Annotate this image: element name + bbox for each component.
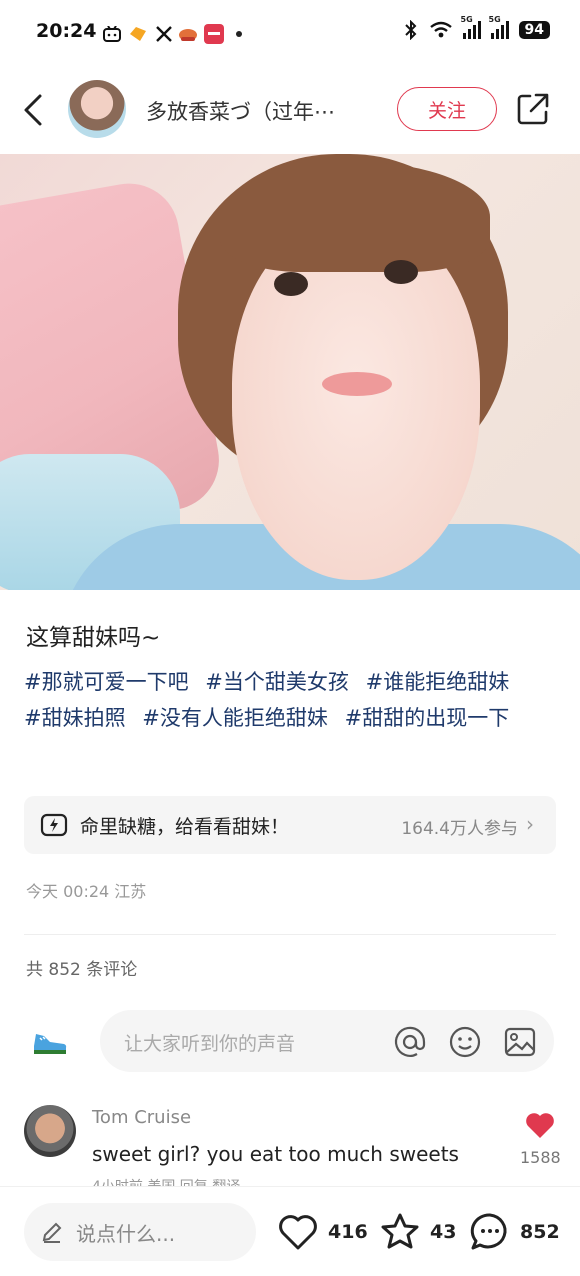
wifi-icon [429, 21, 452, 38]
app-icon-bilibili [102, 24, 122, 44]
tag-link[interactable]: #那就可爱一下吧 [24, 670, 189, 694]
heart-outline-icon [279, 1215, 317, 1250]
back-icon[interactable] [20, 92, 48, 128]
comment-text: sweet girl? you eat too much sweets [92, 1142, 459, 1166]
collect-count: 43 [430, 1221, 457, 1243]
status-right: 5G 5G 94 [403, 15, 550, 40]
topic-label: 命里缺糖，给看看甜妹！ [80, 816, 290, 838]
topic-participants: 164.4万人参与 [401, 819, 518, 839]
tag-link[interactable]: #当个甜美女孩 [205, 670, 349, 694]
status-time: 20:24 [36, 20, 97, 42]
author-avatar[interactable] [68, 80, 126, 138]
image-eye-right [384, 260, 418, 284]
topic-card[interactable]: 命里缺糖，给看看甜妹！ 164.4万人参与 › [24, 796, 556, 854]
app-icon-xiaohongshu [204, 24, 224, 44]
comment-bubble-icon [470, 1213, 507, 1250]
emoji-icon[interactable] [448, 1025, 482, 1059]
image-eye-left [274, 272, 308, 296]
status-bar: 20:24 5G 5G 94 [0, 0, 580, 70]
collect-button[interactable]: 43 [378, 1209, 456, 1255]
signal-icon-1: 5G [461, 15, 481, 39]
app-icon-food [178, 24, 198, 44]
post-title: 这算甜妹吗~ [26, 625, 161, 651]
star-icon [381, 1213, 419, 1249]
battery-indicator: 94 [518, 21, 550, 39]
post-header: 多放香菜づ（过年⋯ 关注 [0, 70, 580, 154]
comment-avatar[interactable] [24, 1105, 76, 1157]
bluetooth-icon [404, 20, 416, 40]
post-tags: #那就可爱一下吧 #当个甜美女孩 #谁能拒绝甜妹 #甜妹拍照 #没有人能拒绝甜妹… [24, 664, 560, 736]
comment-input-placeholder: 让大家听到你的声音 [124, 1033, 296, 1055]
comment-button[interactable]: 852 [468, 1209, 560, 1255]
app-icon-x [154, 24, 174, 44]
tag-link[interactable]: #甜妹拍照 [24, 706, 126, 730]
image-mouth [322, 372, 392, 396]
divider [24, 934, 556, 935]
comment-author[interactable]: Tom Cruise [92, 1107, 191, 1128]
image-icon[interactable] [503, 1025, 537, 1059]
app-icon-taobao [128, 24, 148, 44]
mention-icon[interactable] [393, 1025, 427, 1059]
say-input[interactable]: 说点什么... [24, 1203, 256, 1261]
comment-total: 852 [520, 1221, 560, 1243]
say-placeholder: 说点什么... [76, 1222, 176, 1246]
post-image[interactable] [0, 154, 580, 590]
image-bangs [220, 162, 490, 272]
bottom-bar: 说点什么... 416 43 852 [0, 1186, 580, 1276]
tag-link[interactable]: #甜甜的出现一下 [345, 706, 510, 730]
pencil-icon [42, 1222, 62, 1243]
comment-count: 共 852 条评论 [26, 960, 138, 980]
comment-input[interactable]: 让大家听到你的声音 [100, 1010, 554, 1072]
share-icon[interactable] [516, 92, 550, 126]
lightning-icon [40, 813, 68, 837]
heart-icon[interactable] [524, 1110, 556, 1140]
follow-button[interactable]: 关注 [397, 87, 497, 131]
author-name[interactable]: 多放香菜づ（过年⋯ [146, 96, 378, 126]
signal-icon-2: 5G [489, 15, 509, 39]
comment-likes: 1588 [520, 1148, 561, 1167]
tag-link[interactable]: #谁能拒绝甜妹 [366, 670, 510, 694]
tag-link[interactable]: #没有人能拒绝甜妹 [142, 706, 328, 730]
chevron-right-icon: › [526, 812, 534, 836]
notification-dot [236, 31, 242, 37]
like-count: 416 [328, 1221, 368, 1243]
sneaker-icon[interactable] [32, 1026, 68, 1056]
like-button[interactable]: 416 [276, 1209, 368, 1255]
image-face [232, 220, 480, 580]
post-meta: 今天 00:24 江苏 [26, 882, 147, 901]
